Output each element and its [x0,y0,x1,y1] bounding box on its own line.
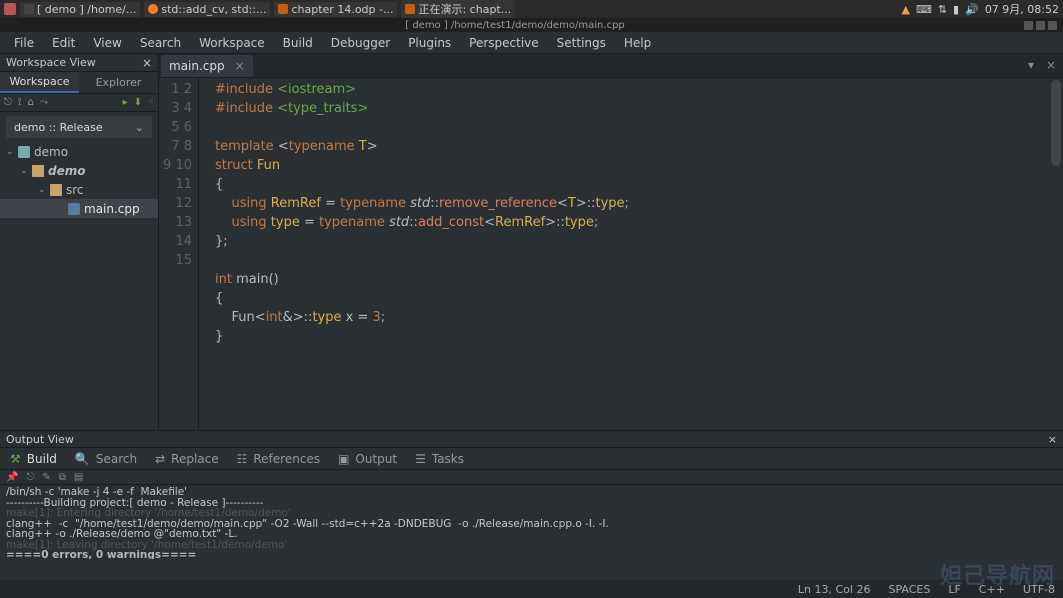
editor-tab-menu-icon[interactable]: ▾ [1023,57,1039,73]
app-menu-icon[interactable] [4,3,16,15]
editor-area: main.cpp × ▾ × 1 2 3 4 5 6 7 8 9 10 11 1… [159,54,1063,430]
menu-settings[interactable]: Settings [549,34,614,52]
output-tab-tasks[interactable]: ☰Tasks [415,452,464,466]
tree-file-label: main.cpp [84,202,140,216]
tool-home-icon[interactable]: ⌂ [28,97,34,108]
fold-column[interactable] [199,78,211,430]
window-close[interactable] [1048,21,1057,30]
out-tool-copy-icon[interactable]: ⧉ [59,472,66,483]
output-tab-references[interactable]: ☷References [237,452,320,466]
output-tab-output[interactable]: ▣Output [338,452,397,466]
output-tab-build[interactable]: ⚒Build [10,452,57,466]
line-gutter: 1 2 3 4 5 6 7 8 9 10 11 12 13 14 15 [159,78,199,430]
menu-view[interactable]: View [85,34,129,52]
tool-link-icon[interactable]: ⎋ [4,97,12,108]
menu-plugins[interactable]: Plugins [400,34,459,52]
tray-warning-icon[interactable]: ▲ [901,3,909,16]
tree-folder-label: src [66,183,84,197]
panel-title-label: Workspace View [6,56,96,69]
status-cursor-pos[interactable]: Ln 13, Col 26 [798,583,871,596]
window-title: [ demo ] /home/test1/demo/demo/main.cpp [405,20,625,31]
panel-close-icon[interactable]: × [142,56,152,70]
tasks-icon: ☰ [415,452,426,466]
window-minimize[interactable] [1024,21,1033,30]
status-indent[interactable]: SPACES [888,583,930,596]
statusbar: Ln 13, Col 26 SPACES LF C++ UTF-8 [0,580,1063,598]
workspace-view-panel: Workspace View × Workspace Explorer ⎋ ⟟ … [0,54,159,430]
os-taskbar: [ demo ] /home/... std::add_cv, std::...… [0,0,1063,18]
output-toolbar: 📌 ⎋ ✎ ⧉ ▤ [0,470,1063,485]
menu-perspective[interactable]: Perspective [461,34,547,52]
code-text[interactable]: #include <iostream> #include <type_trait… [211,78,1063,430]
tree-project-label: demo [48,164,85,178]
code-editor[interactable]: 1 2 3 4 5 6 7 8 9 10 11 12 13 14 15 #inc… [159,78,1063,430]
status-encoding[interactable]: UTF-8 [1023,583,1055,596]
taskbar-item-0[interactable]: [ demo ] /home/... [20,2,140,17]
terminal-icon: ▣ [338,452,349,466]
tray-battery-icon[interactable]: ▮ [953,3,959,16]
menu-workspace[interactable]: Workspace [191,34,273,52]
tree-project[interactable]: ⌄demo [0,161,158,180]
window-maximize[interactable] [1036,21,1045,30]
output-panel: Output View × ⚒Build 🔍Search ⇄Replace ☷R… [0,430,1063,559]
out-tool-link-icon[interactable]: ⎋ [26,472,34,483]
replace-icon: ⇄ [155,452,165,466]
output-title-label: Output View [6,433,74,446]
editor-tabstrip: main.cpp × ▾ × [159,54,1063,78]
menu-search[interactable]: Search [132,34,189,52]
output-text[interactable]: /bin/sh -c 'make -j 4 -e -f Makefile' --… [0,485,1063,559]
menu-help[interactable]: Help [616,34,659,52]
window-titlebar: [ demo ] /home/test1/demo/demo/main.cpp [0,18,1063,32]
editor-scrollbar[interactable] [1049,78,1063,430]
tree-workspace[interactable]: ⌄demo [0,142,158,161]
menubar: File Edit View Search Workspace Build De… [0,32,1063,54]
search-icon: 🔍 [75,452,90,466]
tool-goto-icon[interactable]: ⤳ [40,97,48,108]
status-lang[interactable]: C++ [979,583,1005,596]
out-tool-pin-icon[interactable]: 📌 [6,472,18,483]
references-icon: ☷ [237,452,248,466]
tab-workspace[interactable]: Workspace [0,72,79,93]
tray-keyboard-icon[interactable]: ⌨ [916,3,932,16]
taskbar-item-3[interactable]: 正在演示: chapt... [401,0,515,18]
status-eol[interactable]: LF [948,583,960,596]
tray-network-icon[interactable]: ⇅ [938,3,947,16]
tool-run-icon[interactable]: ⬇ [134,97,142,108]
taskbar-item-1[interactable]: std::add_cv, std::... [144,2,270,17]
editor-tab-label: main.cpp [169,59,225,73]
tree-file-main[interactable]: main.cpp [0,199,158,218]
build-config-selector[interactable]: demo :: Release ⌄ [6,116,152,138]
editor-tab-main[interactable]: main.cpp × [161,55,253,77]
menu-debugger[interactable]: Debugger [323,34,398,52]
tab-explorer[interactable]: Explorer [79,72,158,93]
tree-workspace-label: demo [34,145,68,159]
editor-tab-closeall-icon[interactable]: × [1043,57,1059,73]
menu-edit[interactable]: Edit [44,34,83,52]
hammer-icon: ⚒ [10,452,21,466]
menu-file[interactable]: File [6,34,42,52]
out-tool-clear-icon[interactable]: ✎ [42,472,50,483]
out-tool-paste-icon[interactable]: ▤ [74,472,83,483]
tray-clock[interactable]: 07 9月, 08:52 [985,1,1059,17]
editor-tab-close-icon[interactable]: × [235,59,245,73]
output-tab-search[interactable]: 🔍Search [75,452,137,466]
tool-stop-icon[interactable]: ◦ [148,97,154,108]
output-tab-replace[interactable]: ⇄Replace [155,452,219,466]
tool-build-icon[interactable]: ▸ [123,97,128,108]
tray-volume-icon[interactable]: 🔊 [965,3,979,16]
tool-collapse-icon[interactable]: ⟟ [18,97,22,108]
tree-folder-src[interactable]: ⌄src [0,180,158,199]
project-tree: ⌄demo ⌄demo ⌄src main.cpp [0,142,158,218]
menu-build[interactable]: Build [275,34,321,52]
chevron-down-icon: ⌄ [135,121,144,134]
output-close-icon[interactable]: × [1048,433,1057,446]
taskbar-item-2[interactable]: chapter 14.odp -... [274,2,397,17]
